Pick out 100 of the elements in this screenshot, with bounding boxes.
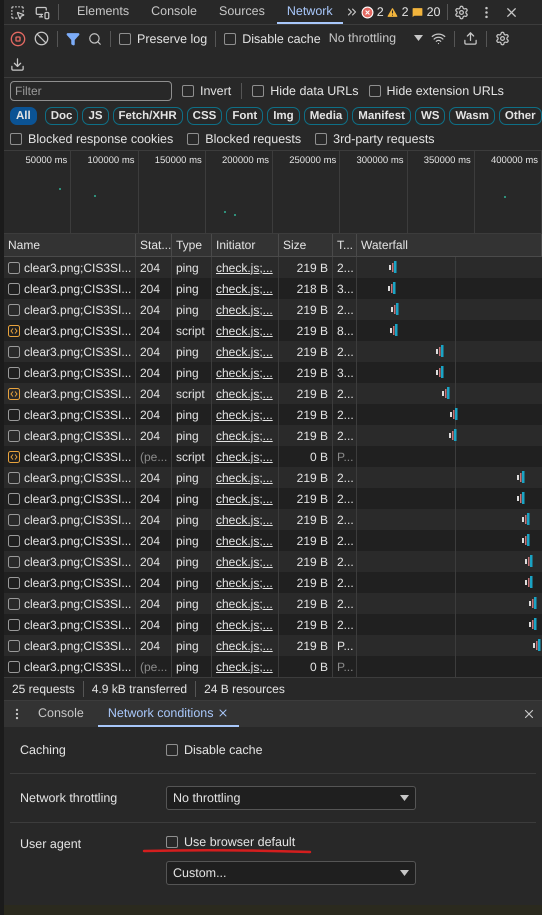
column-header[interactable]: Waterfall	[357, 234, 542, 257]
device-toolbar-icon[interactable]	[35, 4, 50, 20]
panel-tab[interactable]: Elements	[67, 0, 140, 24]
panel-tab[interactable]: Sources	[208, 0, 275, 24]
type-filter-chip[interactable]: Doc	[44, 107, 78, 125]
request-name[interactable]: clear3.png;CIS3SI...	[24, 344, 132, 358]
checkbox-box[interactable]	[166, 836, 178, 848]
checkbox[interactable]: 3rd-party requests	[315, 132, 435, 146]
initiator-link[interactable]: check.js;...	[216, 260, 273, 274]
throttling-dropdown[interactable]: No throttling	[328, 25, 424, 52]
request-name[interactable]: clear3.png;CIS3SI...	[24, 470, 132, 484]
status-text: 204	[140, 638, 160, 652]
request-name[interactable]: clear3.png;CIS3SI...	[24, 554, 132, 568]
request-name[interactable]: clear3.png;CIS3SI...	[24, 386, 132, 400]
search-icon[interactable]	[88, 32, 102, 46]
disable-cache-checkbox[interactable]: Disable cache	[224, 32, 321, 46]
checkbox[interactable]: Use browser default	[166, 835, 526, 849]
column-header[interactable]: Type	[172, 234, 212, 257]
drawer-tab[interactable]: Console	[28, 701, 94, 727]
time-text: 2...	[337, 534, 354, 548]
counter-badge[interactable]: 20	[410, 5, 440, 19]
type-filter-chip[interactable]: JS	[82, 107, 109, 125]
checkbox[interactable]: Blocked response cookies	[10, 132, 174, 146]
column-header[interactable]: Size	[279, 234, 333, 257]
checkbox-box[interactable]	[187, 133, 200, 145]
initiator-link[interactable]: check.js;...	[216, 512, 273, 526]
initiator-link[interactable]: check.js;...	[216, 596, 273, 610]
type-text: ping	[176, 428, 199, 442]
script-icon	[8, 388, 20, 400]
initiator-link[interactable]: check.js;...	[216, 638, 273, 652]
network-settings-icon[interactable]	[431, 31, 446, 46]
size-text: 219 B	[296, 470, 328, 484]
type-filter-chip[interactable]: Other	[498, 107, 542, 125]
checkbox-box[interactable]	[166, 744, 178, 756]
counter-badge[interactable]: 2	[386, 5, 409, 19]
filter-icon[interactable]	[66, 32, 80, 46]
download-icon[interactable]	[10, 57, 25, 72]
checkbox-box[interactable]	[119, 32, 131, 44]
initiator-link[interactable]: check.js;...	[216, 344, 273, 358]
initiator-link[interactable]: check.js;...	[216, 470, 273, 484]
request-name[interactable]: clear3.png;CIS3SI...	[24, 512, 132, 526]
checkbox[interactable]: Invert	[182, 84, 232, 98]
request-name[interactable]: clear3.png;CIS3SI...	[24, 428, 132, 442]
preserve-log-checkbox[interactable]: Preserve log	[119, 32, 208, 46]
record-icon[interactable]	[10, 30, 26, 46]
type-filter-chip[interactable]: Font	[226, 107, 264, 125]
close-icon[interactable]	[217, 707, 230, 719]
checkbox[interactable]: Disable cache	[166, 743, 526, 757]
checkbox-box[interactable]	[315, 133, 328, 145]
upload-icon[interactable]	[463, 31, 478, 46]
close-icon[interactable]	[522, 707, 536, 721]
initiator-link[interactable]: check.js;...	[216, 554, 273, 568]
request-name[interactable]: clear3.png;CIS3SI...	[24, 638, 132, 652]
waterfall-bar-drawing	[449, 429, 457, 441]
time-text: 3...	[337, 282, 354, 296]
type-filter-chip[interactable]: Img	[267, 107, 300, 125]
checkbox-box[interactable]	[182, 85, 194, 97]
panel-tab[interactable]: Console	[141, 0, 207, 24]
counter-badge[interactable]: 2	[360, 5, 384, 19]
request-name[interactable]: clear3.png;CIS3SI...	[24, 260, 132, 274]
size-text: 219 B	[296, 618, 328, 632]
checkbox-box[interactable]	[10, 133, 22, 145]
checkbox-box[interactable]	[224, 32, 236, 44]
type-filter-chip[interactable]: Fetch/XHR	[112, 107, 183, 125]
settings-icon[interactable]	[495, 31, 510, 46]
counter-text: 2	[376, 5, 384, 19]
inspect-icon[interactable]	[10, 4, 25, 20]
initiator-link[interactable]: check.js;...	[216, 302, 273, 316]
type-filter-chip[interactable]: CSS	[186, 107, 222, 125]
type-filter-chip[interactable]: Manifest	[352, 107, 411, 125]
time-text: P...	[337, 660, 354, 674]
checkbox-box[interactable]	[368, 85, 381, 97]
checkbox[interactable]: Hide data URLs	[252, 84, 359, 98]
type-filter-chip[interactable]: All	[10, 107, 37, 125]
clear-icon[interactable]	[34, 31, 49, 46]
type-filter-chip[interactable]: Media	[304, 107, 348, 125]
caret-icon	[414, 34, 424, 40]
column-header[interactable]: Initiator	[212, 234, 279, 257]
type-filter-chip[interactable]: WS	[414, 107, 446, 125]
issue-icon	[410, 6, 424, 18]
column-header[interactable]: Name	[4, 234, 136, 257]
time-text: 2...	[337, 576, 354, 590]
column-header[interactable]: Stat...	[136, 234, 172, 257]
request-name[interactable]: clear3.png;CIS3SI...	[24, 596, 132, 610]
status-text: 204	[140, 534, 160, 548]
checkbox[interactable]: Hide extension URLs	[368, 84, 504, 98]
initiator-link[interactable]: check.js;...	[216, 386, 273, 400]
checkbox-box[interactable]	[252, 85, 264, 97]
user-agent-select[interactable]: Custom...	[166, 861, 416, 885]
filter-field[interactable]: Filter	[10, 81, 172, 101]
settings-icon[interactable]	[454, 4, 468, 20]
type-filter-chip[interactable]: Wasm	[449, 107, 495, 125]
throttling-select[interactable]: No throttling	[166, 786, 416, 810]
initiator-link[interactable]: check.js;...	[216, 428, 273, 442]
column-header[interactable]: T...	[333, 234, 357, 257]
request-name[interactable]: clear3.png;CIS3SI...	[24, 302, 132, 316]
status-text: 4.9 kB transferred	[92, 682, 188, 696]
status-text: 204	[140, 554, 160, 568]
checkbox[interactable]: Blocked requests	[187, 132, 302, 146]
size-text: 218 B	[296, 282, 328, 296]
